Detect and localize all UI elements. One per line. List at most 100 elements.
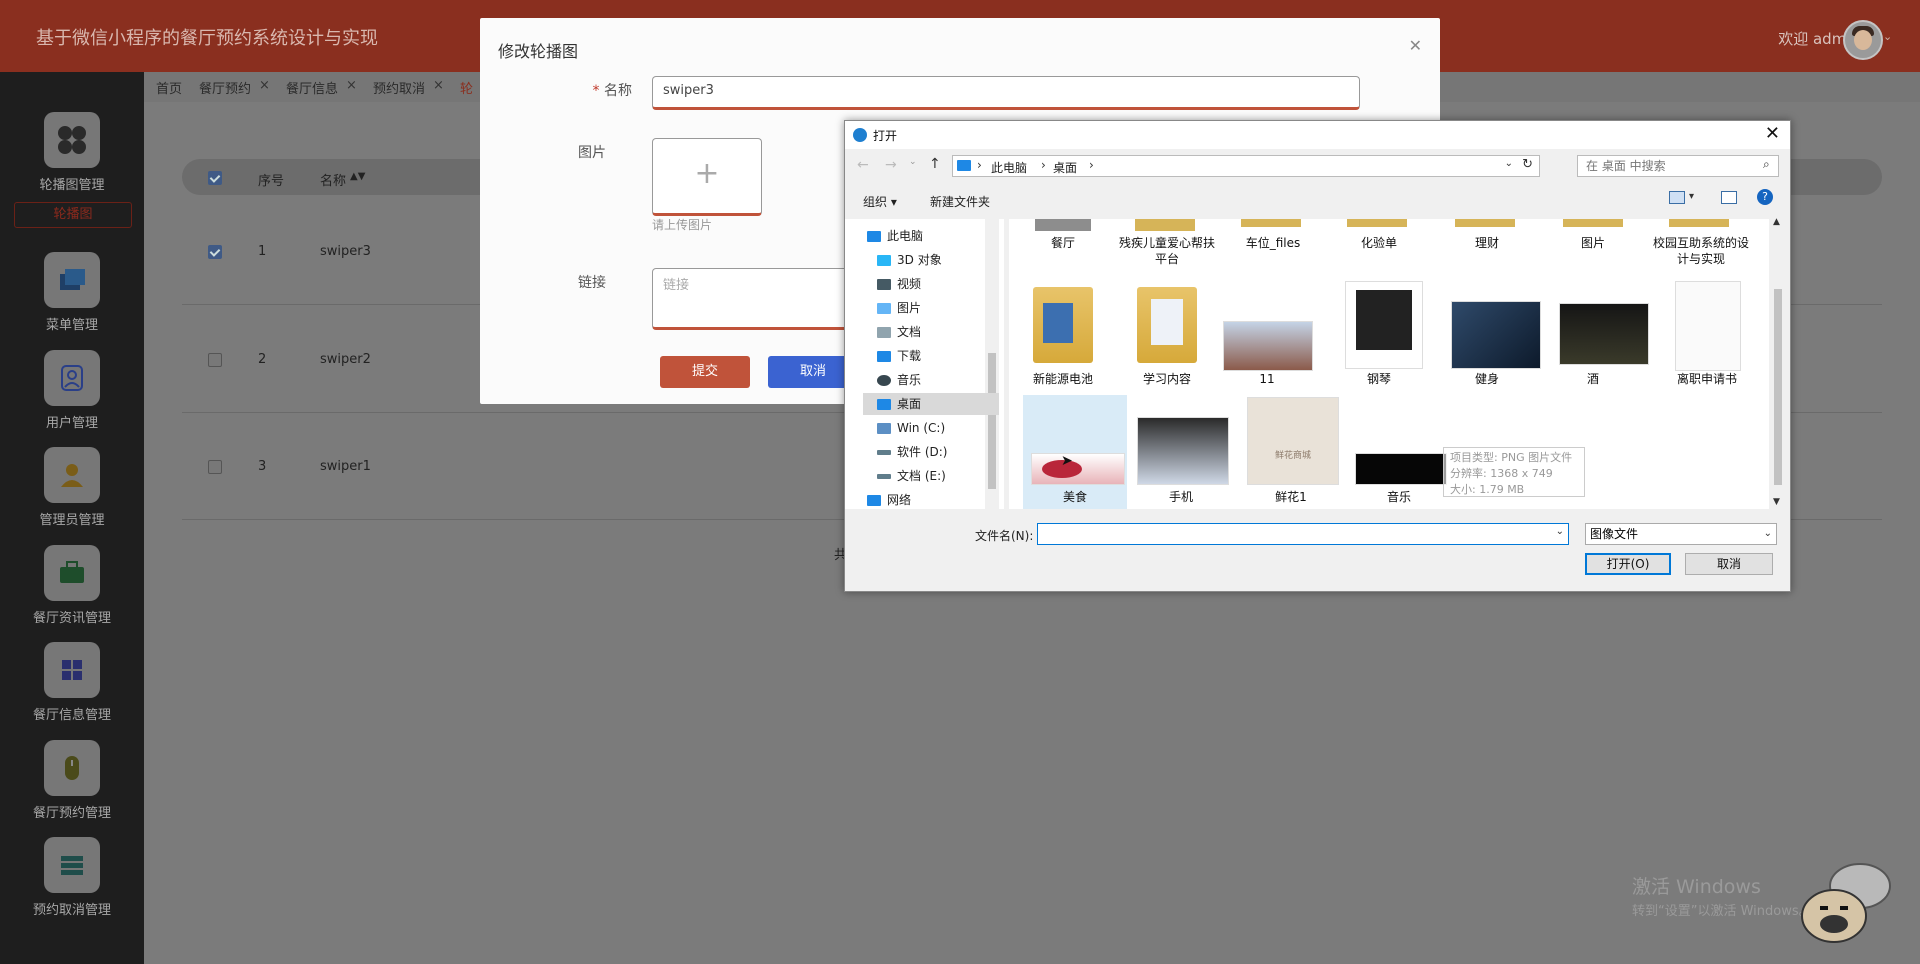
sidebar-item-cancel[interactable]: 预约取消管理 [0,837,144,918]
link-input[interactable]: 链接 [652,268,852,330]
nav-item-3d[interactable]: 3D 对象 [877,249,1017,271]
name-input[interactable]: swiper3 [652,76,1360,110]
row-name: swiper1 [320,459,371,474]
chevron-down-icon[interactable]: ▾ [1689,191,1694,202]
file-name[interactable]: 化验单 [1329,235,1429,251]
sidebar-item-users[interactable]: 用户管理 [0,350,144,431]
view-icon[interactable] [1669,191,1685,204]
file-tooltip: 项目类型: PNG 图片文件 分辨率: 1368 x 749 大小: 1.79 … [1443,447,1585,497]
file-scrollbar[interactable]: ▲ ▼ [1771,217,1785,509]
folder-icon [1033,287,1093,363]
sidebar-item-swiper[interactable]: 轮播图管理 [0,112,144,193]
help-icon[interactable]: ? [1757,189,1773,205]
sidebar-subitem-swiper[interactable]: 轮播图 [14,202,132,228]
file-name[interactable]: 11 [1217,371,1317,387]
tab-swiper[interactable]: 轮 [460,78,473,97]
file-name[interactable]: 理财 [1437,235,1537,251]
nav-item-c[interactable]: Win (C:) [877,417,1017,439]
nav-item-pc[interactable]: 此电脑 [867,225,1007,247]
close-icon[interactable]: × [346,78,357,93]
file-name[interactable]: 手机 [1131,489,1231,505]
file-name[interactable]: 校园互助系统的设计与实现 [1651,235,1751,267]
nav-item-downloads[interactable]: 下载 [877,345,1017,367]
new-folder-button[interactable]: 新建文件夹 [930,193,990,210]
nav-item-e[interactable]: 文档 (E:) [877,465,1017,487]
file-name[interactable]: 鲜花1 [1241,489,1341,505]
file-thumb [1345,281,1423,369]
sidebar-item-booking[interactable]: 餐厅预约管理 [0,740,144,821]
tab-home[interactable]: 首页 [156,78,182,97]
row-checkbox[interactable] [208,245,222,259]
back-icon[interactable]: ← [857,157,869,173]
sidebar-item-news[interactable]: 餐厅资讯管理 [0,545,144,626]
file-name[interactable]: 钢琴 [1329,371,1429,387]
file-name[interactable]: 学习内容 [1117,371,1217,387]
file-open-dialog: 打开 ✕ ← → ⌄ ↑ › 此电脑 › 桌面 › ⌄ ↻ 在 桌面 中搜索 ⌕… [844,120,1791,592]
file-name[interactable]: 酒 [1543,371,1643,387]
upload-button[interactable]: + [652,138,762,216]
file-name[interactable]: 图片 [1543,235,1643,251]
row-name: swiper3 [320,244,371,259]
file-name[interactable]: 残疾儿童爱心帮扶平台 [1117,235,1217,267]
nav-item-desktop[interactable]: 桌面 [863,393,999,415]
sidebar-item-info[interactable]: 餐厅信息管理 [0,642,144,723]
open-button[interactable]: 打开(O) [1585,553,1671,575]
sidebar-item-label: 用户管理 [45,416,98,431]
filename-label: 文件名(N): [975,529,1034,543]
dialog-cancel-button[interactable]: 取消 [1685,553,1773,575]
sidebar-item-admins[interactable]: 管理员管理 [0,447,144,528]
up-icon[interactable]: ↑ [929,156,941,172]
breadcrumb-desktop[interactable]: 桌面 [1053,159,1077,176]
address-bar[interactable]: › 此电脑 › 桌面 › ⌄ ↻ [952,155,1540,177]
forward-icon[interactable]: → [885,157,897,173]
nav-item-d[interactable]: 软件 (D:) [877,441,1017,463]
breadcrumb-pc[interactable]: 此电脑 [991,159,1027,176]
tab-booking[interactable]: 餐厅预约 [199,78,251,97]
file-name[interactable]: 音乐 [1349,489,1449,505]
nav-item-videos[interactable]: 视频 [877,273,1017,295]
avatar[interactable] [1843,20,1883,60]
filename-input[interactable]: ⌄ [1037,523,1569,545]
file-name[interactable]: 车位_files [1223,235,1323,251]
chevron-down-icon[interactable]: ⌄ [1556,526,1564,537]
row-checkbox[interactable] [208,460,222,474]
search-input[interactable]: 在 桌面 中搜索 [1577,155,1779,177]
link-label: 链接 [578,275,606,291]
chevron-down-icon[interactable]: ⌄ [909,157,917,167]
row-checkbox[interactable] [208,353,222,367]
preview-pane-icon[interactable] [1721,191,1737,204]
close-icon[interactable]: × [259,78,270,93]
submit-button[interactable]: 提交 [660,356,750,388]
file-name[interactable]: 新能源电池 [1013,371,1113,387]
organize-button[interactable]: 组织 ▾ [863,193,897,210]
tab-info[interactable]: 餐厅信息 [286,78,338,97]
file-name[interactable]: 健身 [1437,371,1537,387]
nav-item-network[interactable]: 网络 [867,493,1007,507]
row-index: 2 [258,352,267,367]
chevron-down-icon[interactable]: ⌄ [1883,30,1892,43]
tab-cancel[interactable]: 预约取消 [373,78,425,97]
dialog-title: 打开 [873,129,898,143]
filetype-select[interactable]: 图像文件 ⌄ [1585,523,1777,545]
mouse-icon [44,740,100,796]
close-icon[interactable]: ✕ [1409,36,1422,55]
nav-item-docs[interactable]: 文档 [877,321,1017,343]
select-all-checkbox[interactable] [208,171,222,185]
sort-icon[interactable]: ▲▼ [350,171,365,182]
chevron-down-icon[interactable]: ⌄ [1505,158,1513,169]
file-name[interactable]: 离职申请书 [1657,371,1757,387]
file-name[interactable]: 餐厅 [1013,235,1113,251]
sidebar-item-menu[interactable]: 菜单管理 [0,252,144,333]
folder-icon [1137,287,1197,363]
stack-icon [44,252,100,308]
image-label: 图片 [578,145,606,161]
col-name[interactable]: 名称 [320,170,346,189]
sidebar-item-label: 菜单管理 [45,318,98,333]
refresh-icon[interactable]: ↻ [1522,157,1533,172]
close-icon[interactable]: × [433,78,444,93]
nav-item-pictures[interactable]: 图片 [877,297,1017,319]
close-icon[interactable]: ✕ [1765,123,1780,144]
file-name[interactable]: 美食 [1025,489,1125,505]
nav-item-music[interactable]: 音乐 [877,369,1017,391]
app-title: 基于微信小程序的餐厅预约系统设计与实现 [36,28,378,49]
